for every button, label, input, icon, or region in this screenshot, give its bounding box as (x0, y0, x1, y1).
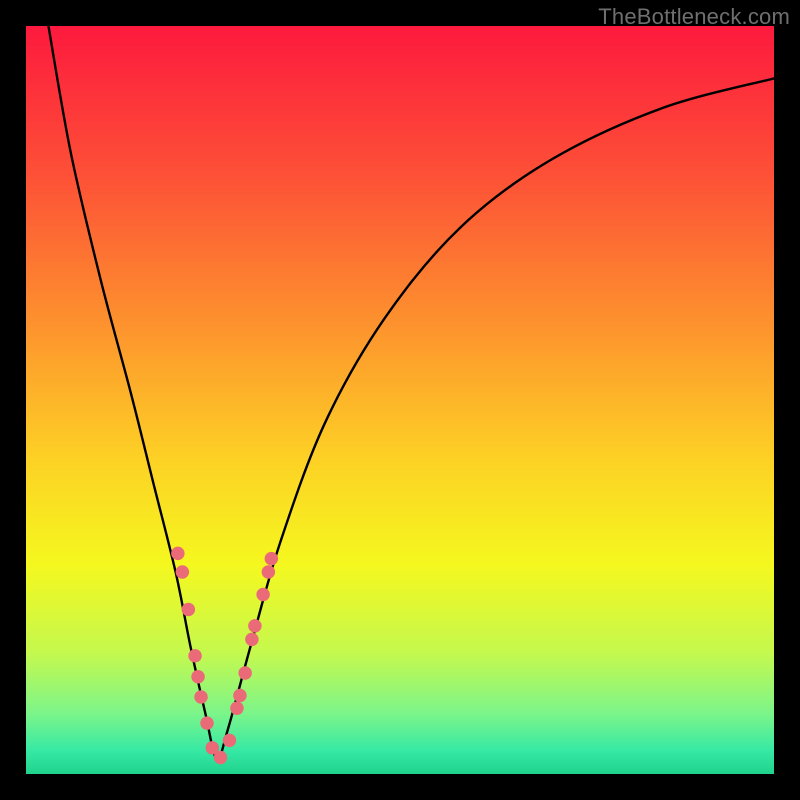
data-marker (238, 666, 251, 679)
data-marker (176, 565, 189, 578)
data-marker (223, 734, 236, 747)
data-marker (256, 588, 269, 601)
data-marker (182, 603, 195, 616)
data-marker (233, 689, 246, 702)
chart-svg-layer (26, 26, 774, 774)
data-marker (194, 690, 207, 703)
data-marker (262, 565, 275, 578)
data-marker (200, 716, 213, 729)
data-marker (188, 649, 201, 662)
data-marker (191, 670, 204, 683)
data-marker (230, 701, 243, 714)
data-marker (265, 552, 278, 565)
chart-frame (26, 26, 774, 774)
data-marker (171, 547, 184, 560)
data-marker (245, 633, 258, 646)
data-marker (214, 751, 227, 764)
bottleneck-curve (48, 26, 774, 759)
data-marker (248, 619, 261, 632)
